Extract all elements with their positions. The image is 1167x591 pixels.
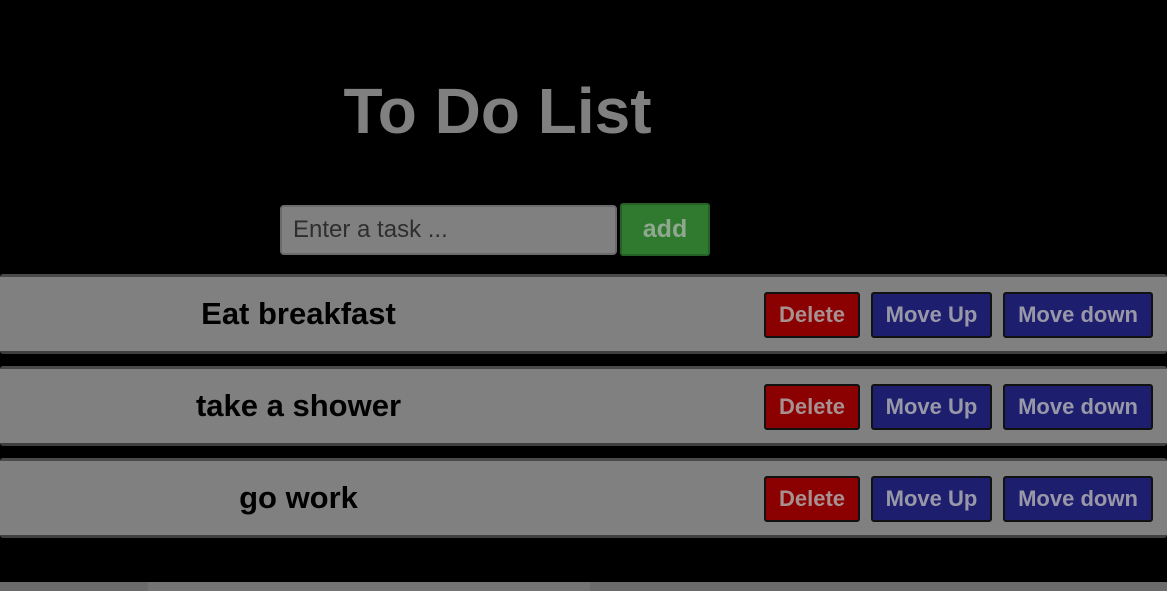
os-taskbar xyxy=(0,582,1167,591)
task-list: Eat breakfast Delete Move Up Move down t… xyxy=(0,274,1167,550)
task-input-row: add xyxy=(280,203,710,257)
move-down-button[interactable]: Move down xyxy=(1003,476,1153,522)
task-text: go work xyxy=(239,480,358,515)
task-input[interactable] xyxy=(280,205,617,255)
move-up-button[interactable]: Move Up xyxy=(871,476,992,522)
task-actions: Delete Move Up Move down xyxy=(764,476,1153,522)
move-up-button[interactable]: Move Up xyxy=(871,292,992,338)
delete-button[interactable]: Delete xyxy=(764,292,860,338)
task-text: Eat breakfast xyxy=(201,296,396,331)
taskbar-apps xyxy=(148,582,590,591)
move-up-button[interactable]: Move Up xyxy=(871,384,992,430)
delete-button[interactable]: Delete xyxy=(764,476,860,522)
task-row: go work Delete Move Up Move down xyxy=(0,458,1167,538)
task-actions: Delete Move Up Move down xyxy=(764,292,1153,338)
page-title: To Do List xyxy=(343,75,652,147)
task-row: Eat breakfast Delete Move Up Move down xyxy=(0,274,1167,354)
add-button[interactable]: add xyxy=(620,203,710,256)
move-down-button[interactable]: Move down xyxy=(1003,384,1153,430)
todo-app: To Do List add Eat breakfast Delete Move… xyxy=(0,0,1167,591)
task-text: take a shower xyxy=(195,388,402,423)
delete-button[interactable]: Delete xyxy=(764,384,860,430)
move-down-button[interactable]: Move down xyxy=(1003,292,1153,338)
task-row: take a shower Delete Move Up Move down xyxy=(0,366,1167,446)
task-actions: Delete Move Up Move down xyxy=(764,384,1153,430)
